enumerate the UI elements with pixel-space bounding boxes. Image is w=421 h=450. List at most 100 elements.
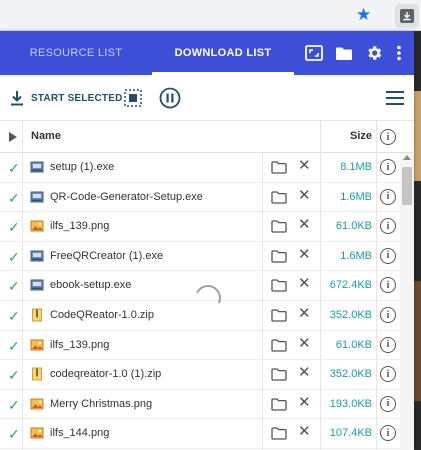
file-size: 1.6MB xyxy=(340,190,372,203)
file-size: 672.4KB xyxy=(329,279,372,292)
zip-icon xyxy=(30,367,44,381)
open-folder-icon[interactable] xyxy=(271,338,287,352)
completed-check-icon: ✓ xyxy=(8,367,20,384)
file-name[interactable]: QR-Code-Generator-Setup.exe xyxy=(50,191,203,203)
download-row[interactable]: ✓ ilfs_144.png ✕ 107.4KB i xyxy=(0,419,400,449)
browser-toolbar: ★ xyxy=(0,0,421,31)
scroll-up-arrow-icon[interactable] xyxy=(403,155,411,160)
open-folder-icon[interactable] xyxy=(271,190,287,204)
file-name[interactable]: ilfs_144.png xyxy=(50,427,109,439)
start-selected-button[interactable]: START SELECTED xyxy=(10,88,123,108)
download-row[interactable]: ✓ ilfs_139.png ✕ 61.0KB i xyxy=(0,212,400,242)
open-folder-icon[interactable] xyxy=(271,279,287,293)
file-name[interactable]: ilfs_139.png xyxy=(50,339,109,351)
pause-icon[interactable] xyxy=(159,87,181,109)
tab-download-list[interactable]: DOWNLOAD LIST xyxy=(152,31,294,75)
open-folder-icon[interactable] xyxy=(271,220,287,233)
scrollbar[interactable] xyxy=(400,153,414,450)
info-icon[interactable]: i xyxy=(380,188,396,205)
file-name[interactable]: Merry Christmas.png xyxy=(50,398,152,410)
exe-icon xyxy=(30,160,44,174)
remove-icon[interactable]: ✕ xyxy=(298,247,311,262)
info-icon[interactable]: i xyxy=(380,277,396,294)
file-name[interactable]: FreeQRCreator (1).exe xyxy=(50,250,163,262)
completed-check-icon: ✓ xyxy=(8,337,20,354)
fullscreen-icon[interactable] xyxy=(304,43,324,63)
hamburger-menu-icon[interactable] xyxy=(386,90,404,106)
info-icon[interactable]: i xyxy=(380,159,396,175)
download-row[interactable]: ✓ Merry Christmas.png ✕ 193.0KB i xyxy=(0,390,400,420)
remove-icon[interactable]: ✕ xyxy=(298,217,311,232)
file-size: 193.0KB xyxy=(329,397,372,410)
file-name[interactable]: setup (1).exe xyxy=(50,161,114,173)
download-popup: RESOURCE LIST DOWNLOAD LIST START SELECT… xyxy=(0,31,414,450)
file-name[interactable]: ilfs_139.png xyxy=(50,220,109,232)
table-header: Name Size i xyxy=(0,121,414,153)
file-size: 61.0KB xyxy=(335,220,372,233)
open-folder-icon[interactable] xyxy=(271,250,287,263)
file-name[interactable]: codeqreator-1.0 (1).zip xyxy=(50,368,161,380)
bookmark-star-icon[interactable]: ★ xyxy=(356,6,371,23)
header-info-icon[interactable]: i xyxy=(380,129,396,145)
remove-icon[interactable]: ✕ xyxy=(298,188,311,203)
remove-icon[interactable]: ✕ xyxy=(298,395,311,410)
exe-icon xyxy=(30,278,44,292)
remove-icon[interactable]: ✕ xyxy=(298,158,311,173)
play-all-icon[interactable] xyxy=(9,132,17,142)
info-icon[interactable]: i xyxy=(380,366,396,383)
download-row[interactable]: ✓ FreeQRCreator (1).exe ✕ 1.6MB i xyxy=(0,242,400,272)
file-name[interactable]: CodeQReator-1.0.zip xyxy=(50,309,154,321)
zip-icon xyxy=(30,308,44,322)
completed-check-icon: ✓ xyxy=(8,219,20,236)
download-row[interactable]: ✓ QR-Code-Generator-Setup.exe ✕ 1.6MB i xyxy=(0,183,400,213)
remove-icon[interactable]: ✕ xyxy=(298,306,311,321)
background-page xyxy=(414,31,421,450)
remove-icon[interactable]: ✕ xyxy=(298,276,311,291)
open-folder-icon[interactable] xyxy=(271,368,287,381)
tab-resource-list[interactable]: RESOURCE LIST xyxy=(0,31,152,75)
remove-icon[interactable]: ✕ xyxy=(298,365,311,380)
settings-gear-icon[interactable] xyxy=(364,43,384,63)
download-row[interactable]: ✓ ilfs_139.png ✕ 61.0KB i xyxy=(0,331,400,361)
info-icon[interactable]: i xyxy=(380,247,396,264)
image-icon xyxy=(30,397,44,411)
scrollbar-thumb[interactable] xyxy=(402,167,412,205)
info-icon[interactable]: i xyxy=(380,336,396,353)
completed-check-icon: ✓ xyxy=(8,308,20,324)
open-folder-icon[interactable] xyxy=(271,398,287,411)
tab-bar: RESOURCE LIST DOWNLOAD LIST xyxy=(0,31,414,75)
exe-icon xyxy=(30,249,44,263)
file-size: 1.6MB xyxy=(340,249,372,262)
open-folder-icon[interactable] xyxy=(271,161,287,174)
info-icon[interactable]: i xyxy=(380,425,396,442)
open-folder-icon[interactable] xyxy=(271,309,287,322)
image-icon xyxy=(30,219,44,233)
file-size: 352.0KB xyxy=(329,309,372,321)
completed-check-icon: ✓ xyxy=(8,189,20,206)
download-row[interactable]: ✓ codeqreator-1.0 (1).zip ✕ 352.0KB i xyxy=(0,360,400,390)
remove-icon[interactable]: ✕ xyxy=(298,424,311,439)
info-icon[interactable]: i xyxy=(380,395,396,412)
info-icon[interactable]: i xyxy=(380,218,396,235)
completed-check-icon: ✓ xyxy=(8,248,20,265)
file-size: 61.0KB xyxy=(335,338,372,351)
file-name[interactable]: ebook-setup.exe xyxy=(50,279,131,291)
download-extension-icon xyxy=(400,9,414,23)
completed-check-icon: ✓ xyxy=(8,426,20,443)
open-folder-icon[interactable] xyxy=(271,427,287,441)
folder-icon[interactable] xyxy=(334,43,354,63)
select-all-icon[interactable] xyxy=(124,89,142,107)
download-row[interactable]: ✓ setup (1).exe ✕ 8.1MB i xyxy=(0,153,400,183)
info-icon[interactable]: i xyxy=(380,307,396,323)
more-vert-icon[interactable] xyxy=(389,43,409,63)
exe-icon xyxy=(30,190,44,204)
image-icon xyxy=(30,426,44,440)
file-size: 8.1MB xyxy=(340,161,372,173)
remove-icon[interactable]: ✕ xyxy=(298,336,311,351)
extension-button[interactable] xyxy=(395,4,419,28)
action-toolbar: START SELECTED xyxy=(0,75,414,121)
start-selected-label: START SELECTED xyxy=(31,92,123,104)
completed-check-icon: ✓ xyxy=(8,160,20,176)
download-arrow-icon xyxy=(11,91,23,106)
file-size: 352.0KB xyxy=(329,368,372,381)
